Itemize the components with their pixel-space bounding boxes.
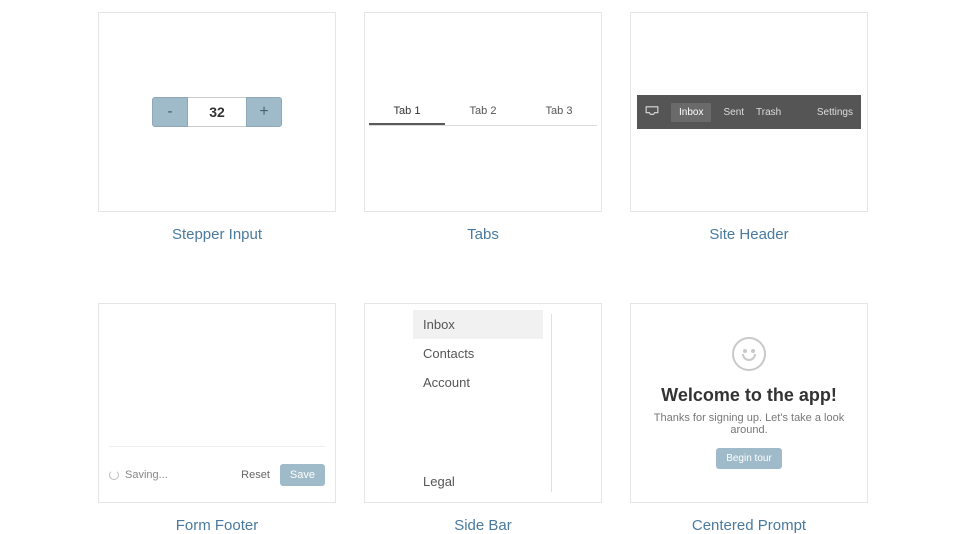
- caption-form-footer[interactable]: Form Footer: [176, 517, 259, 534]
- prompt-title: Welcome to the app!: [661, 385, 837, 406]
- tab-bar: Tab 1 Tab 2 Tab 3: [369, 99, 597, 126]
- spacer: [413, 397, 591, 467]
- prompt-subtitle: Thanks for signing up. Let's take a look…: [639, 412, 859, 436]
- reset-button[interactable]: Reset: [241, 469, 270, 481]
- tabs-preview: Tab 1 Tab 2 Tab 3: [364, 12, 602, 212]
- caption-tabs[interactable]: Tabs: [467, 226, 499, 243]
- gallery-item-form-footer: Saving... Reset Save Form Footer: [98, 303, 336, 534]
- save-button[interactable]: Save: [280, 464, 325, 486]
- sidebar-item-account[interactable]: Account: [413, 368, 543, 397]
- sidebar-item-contacts[interactable]: Contacts: [413, 339, 543, 368]
- filler: [109, 314, 325, 446]
- tab-1[interactable]: Tab 1: [369, 99, 445, 125]
- divider: [551, 314, 552, 492]
- begin-tour-button[interactable]: Begin tour: [716, 448, 782, 469]
- nav-sent[interactable]: Sent: [723, 107, 744, 118]
- nav-inbox[interactable]: Inbox: [671, 103, 711, 122]
- decrement-button[interactable]: -: [152, 97, 188, 127]
- site-header-bar: Inbox Sent Trash Settings: [637, 95, 861, 129]
- gallery-item-stepper: - 32 + Stepper Input: [98, 12, 336, 243]
- stepper-value: 32: [188, 97, 246, 127]
- caption-stepper[interactable]: Stepper Input: [172, 226, 262, 243]
- form-footer-preview: Saving... Reset Save: [98, 303, 336, 503]
- status-text: Saving...: [125, 469, 168, 481]
- tab-2[interactable]: Tab 2: [445, 99, 521, 125]
- spinner-icon: [109, 470, 119, 480]
- sidebar-list: Inbox Contacts Account Legal: [413, 310, 591, 496]
- gallery-item-site-header: Inbox Sent Trash Settings Site Header: [630, 12, 868, 243]
- caption-sidebar[interactable]: Side Bar: [454, 517, 512, 534]
- sidebar-item-legal[interactable]: Legal: [413, 467, 543, 496]
- smiley-icon: [732, 337, 766, 371]
- increment-button[interactable]: +: [246, 97, 282, 127]
- centered-prompt-preview: Welcome to the app! Thanks for signing u…: [630, 303, 868, 503]
- caption-centered-prompt[interactable]: Centered Prompt: [692, 517, 806, 534]
- site-header-preview: Inbox Sent Trash Settings: [630, 12, 868, 212]
- stepper-preview: - 32 +: [98, 12, 336, 212]
- gallery-item-centered-prompt: Welcome to the app! Thanks for signing u…: [630, 303, 868, 534]
- quantity-stepper: - 32 +: [152, 97, 282, 127]
- nav-trash[interactable]: Trash: [756, 107, 781, 118]
- form-footer-row: Saving... Reset Save: [109, 446, 325, 502]
- sidebar-preview: Inbox Contacts Account Legal: [364, 303, 602, 503]
- sidebar-item-inbox[interactable]: Inbox: [413, 310, 543, 339]
- caption-site-header[interactable]: Site Header: [709, 226, 788, 243]
- tab-3[interactable]: Tab 3: [521, 99, 597, 125]
- gallery-item-tabs: Tab 1 Tab 2 Tab 3 Tabs: [364, 12, 602, 243]
- inbox-tray-icon: [645, 106, 659, 119]
- nav-settings[interactable]: Settings: [817, 107, 853, 118]
- gallery-item-sidebar: Inbox Contacts Account Legal Side Bar: [364, 303, 602, 534]
